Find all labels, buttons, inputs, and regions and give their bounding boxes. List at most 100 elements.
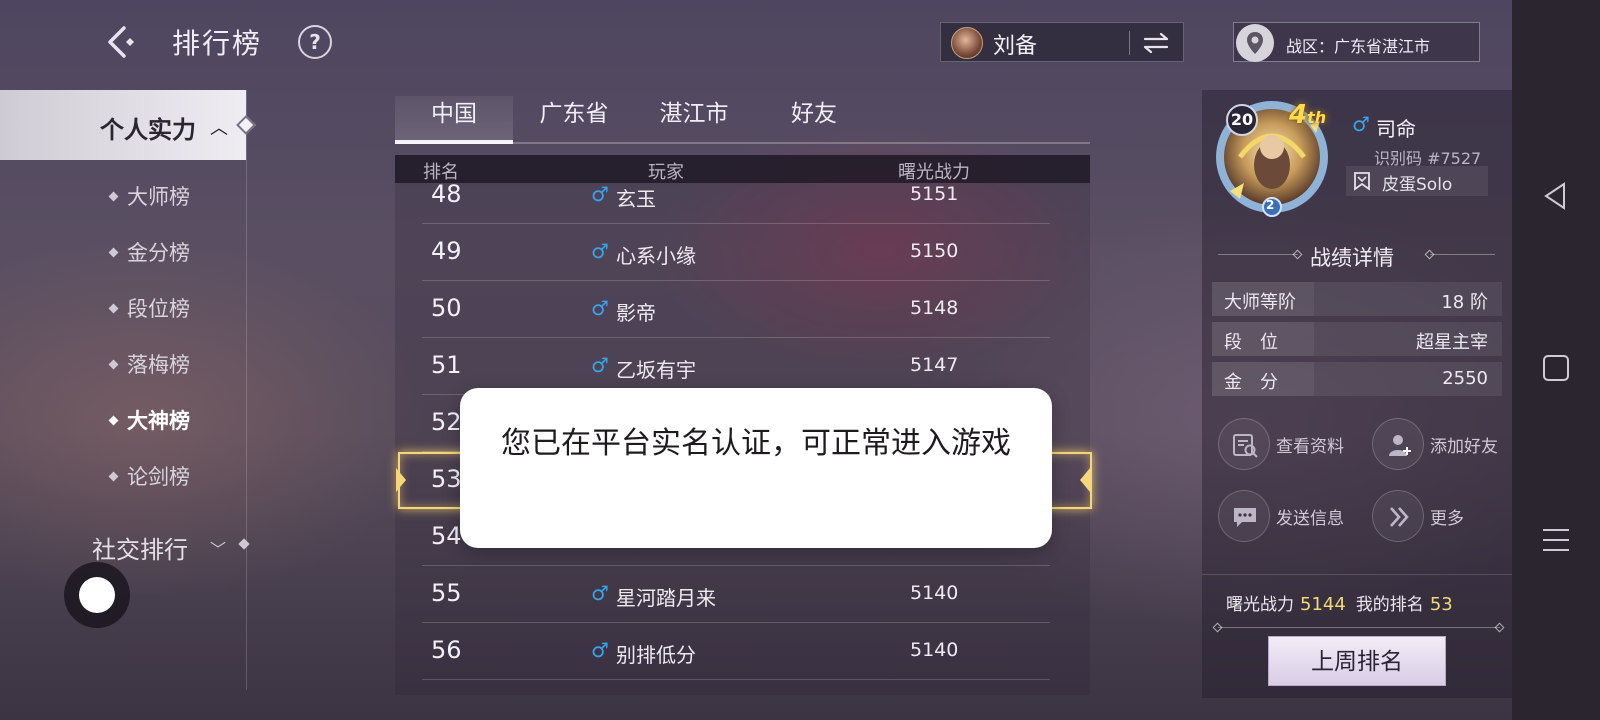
floating-assist-button[interactable]: [64, 562, 130, 628]
nav-item-god[interactable]: 大神榜: [108, 405, 190, 435]
nav-section-label: 个人实力: [100, 116, 196, 144]
male-icon: ♂: [591, 182, 609, 206]
rank-badge-suffix: th: [1307, 108, 1327, 127]
row-rank: 49: [431, 237, 462, 265]
my-rank-value: 53: [1429, 594, 1453, 615]
row-divider: [422, 565, 1050, 566]
nav-item-plum[interactable]: 落梅榜: [108, 349, 190, 379]
table-row[interactable]: 48 ♂ 玄玉 5151: [395, 168, 1090, 224]
row-score: 5140: [910, 639, 959, 661]
row-player-name: 影帝: [616, 301, 656, 325]
level-badge: 20: [1226, 104, 1258, 136]
system-menu-icon[interactable]: [1540, 524, 1572, 556]
more-button[interactable]: 更多: [1372, 490, 1502, 542]
nav-section-personal[interactable]: 个人实力 ︿: [0, 90, 246, 160]
stat-row-master-level: 大师等阶 18 阶: [1212, 282, 1502, 316]
chevron-down-icon: ﹀: [210, 540, 227, 559]
bullet-icon: [108, 303, 119, 313]
view-profile-button[interactable]: 查看资料: [1218, 418, 1348, 470]
system-nav-bar: [1512, 0, 1600, 720]
bullet-icon: [108, 247, 119, 257]
table-row[interactable]: 50 ♂ 影帝 5148: [395, 282, 1090, 338]
row-player-name: 星河踏月来: [616, 586, 716, 610]
rank-badge-number: 4: [1289, 100, 1308, 130]
tab-guangdong[interactable]: 广东省: [515, 96, 633, 144]
stat-key: 大师等阶: [1224, 292, 1296, 313]
add-friend-button[interactable]: 添加好友: [1372, 418, 1502, 470]
male-icon: ♂: [591, 638, 609, 662]
diamond-marker-icon: [238, 538, 250, 550]
view-profile-label: 查看资料: [1276, 437, 1344, 457]
row-divider: [422, 622, 1050, 623]
row-rank: 50: [431, 294, 462, 322]
swap-icon[interactable]: [1141, 31, 1171, 55]
male-icon: ♂: [591, 581, 609, 605]
system-home-icon[interactable]: [1540, 352, 1572, 384]
tab-underline: [395, 142, 1090, 144]
nav-item-label: 大神榜: [127, 409, 190, 433]
region-selector[interactable]: 战区：广东省湛江市: [1233, 22, 1480, 62]
view-profile-icon: [1218, 418, 1270, 470]
stat-row-gold: 金 分 2550: [1212, 362, 1502, 396]
send-message-button[interactable]: 发送信息: [1218, 490, 1348, 542]
divider: [1202, 574, 1512, 575]
male-icon: ♂: [591, 239, 609, 263]
row-divider: [422, 679, 1050, 680]
divider: [1218, 254, 1298, 255]
table-row[interactable]: 55 ♂ 星河踏月来 5140: [395, 567, 1090, 623]
bullet-icon: [108, 359, 119, 369]
system-back-icon[interactable]: [1540, 180, 1572, 212]
stat-value: 超星主宰: [1416, 332, 1488, 353]
my-rank-label: 我的排名: [1355, 595, 1424, 615]
section-title: 战绩详情: [1310, 246, 1394, 270]
nav-item-label: 段位榜: [127, 297, 190, 321]
row-divider: [422, 337, 1050, 338]
row-score: 5151: [910, 183, 959, 205]
row-divider: [422, 223, 1050, 224]
table-row[interactable]: 56 ♂ 别排低分 5140: [395, 624, 1090, 680]
power-value: 5144: [1300, 594, 1346, 615]
player-switch[interactable]: 刘备: [940, 22, 1184, 62]
nav-item-label: 金分榜: [127, 241, 190, 265]
player-avatar: [951, 27, 983, 59]
send-message-label: 发送信息: [1276, 509, 1344, 529]
row-divider: [422, 280, 1050, 281]
table-row[interactable]: 49 ♂ 心系小缘 5150: [395, 225, 1090, 281]
row-player-name: 玄玉: [616, 187, 656, 211]
bullet-icon: [108, 471, 119, 481]
help-button[interactable]: ?: [298, 25, 332, 59]
assist-dot-icon: [79, 577, 115, 613]
tab-friends[interactable]: 好友: [755, 96, 873, 144]
player-name: 刘备: [993, 34, 1038, 59]
male-icon: ♂: [1352, 112, 1370, 136]
last-week-ranking-button[interactable]: 上周排名: [1268, 636, 1446, 686]
page-title: 排行榜: [172, 27, 263, 60]
divider: [1218, 627, 1500, 628]
stat-key: 金 分: [1224, 372, 1278, 393]
nav-item-tier[interactable]: 段位榜: [108, 293, 190, 323]
divider: [1129, 31, 1130, 55]
row-rank: 54: [431, 522, 462, 550]
row-rank: 48: [431, 180, 462, 208]
divider: [1430, 254, 1495, 255]
message-icon: [1218, 490, 1270, 542]
row-player-name: 乙坂有宇: [616, 358, 696, 382]
nav-item-master[interactable]: 大师榜: [108, 181, 190, 211]
row-score: 5148: [910, 297, 959, 319]
tab-zhanjiang[interactable]: 湛江市: [635, 96, 753, 144]
table-row[interactable]: 51 ♂ 乙坂有宇 5147: [395, 339, 1090, 395]
chevron-up-icon: ︿: [210, 118, 228, 139]
stat-value: 18 阶: [1441, 292, 1488, 313]
nav-item-gold[interactable]: 金分榜: [108, 237, 190, 267]
nav-item-label: 落梅榜: [127, 353, 190, 377]
highlight-arrow-left-icon: [396, 468, 406, 492]
club-badge[interactable]: 皮蛋Solo: [1346, 166, 1488, 196]
row-score: 5150: [910, 240, 959, 262]
add-friend-icon: [1372, 418, 1424, 470]
tab-china[interactable]: 中国: [395, 96, 513, 144]
nav-section-social[interactable]: 社交排行: [92, 530, 188, 565]
frame-level: 2: [1266, 198, 1275, 212]
back-button[interactable]: [100, 22, 140, 62]
my-summary: 曙光战力 5144 我的排名 53: [1226, 590, 1463, 615]
nav-item-sword[interactable]: 论剑榜: [108, 461, 190, 491]
